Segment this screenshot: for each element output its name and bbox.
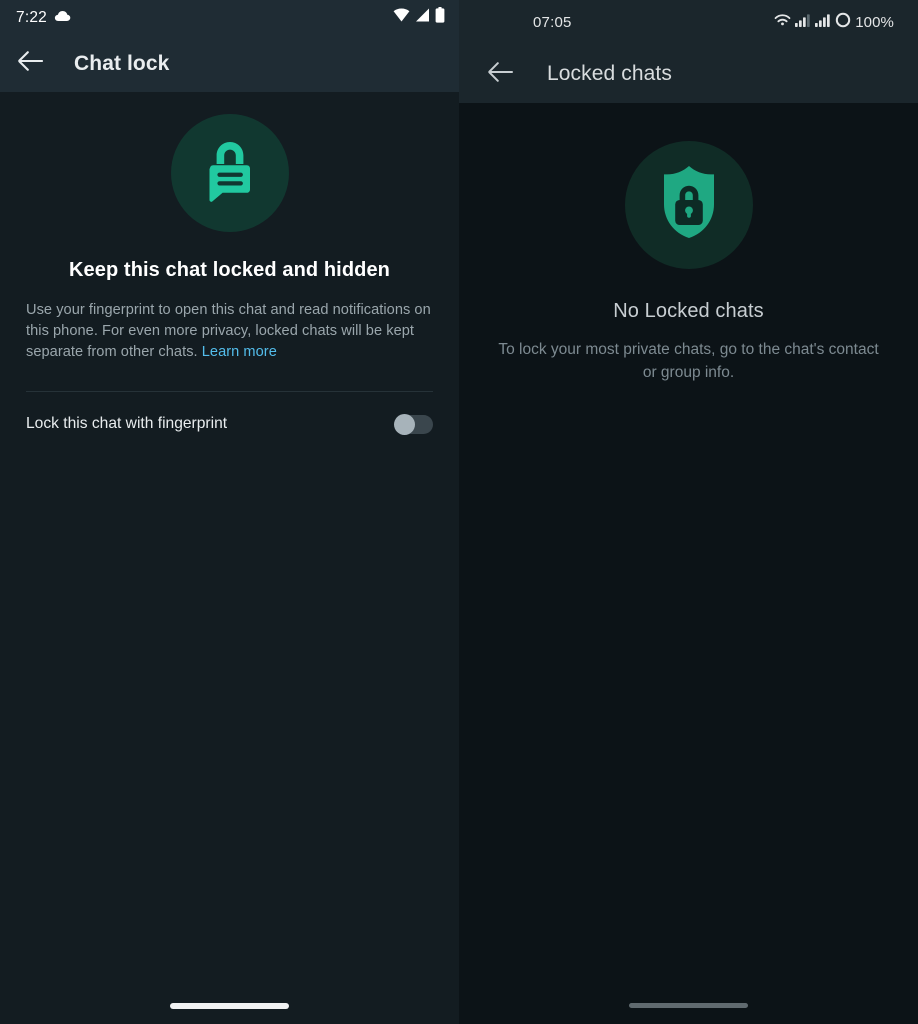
right-headline: No Locked chats [613,300,764,322]
lock-chat-bubble-icon [199,138,261,209]
cellular-signal-icon [415,8,430,27]
fingerprint-lock-setting-row[interactable]: Lock this chat with fingerprint [26,392,433,456]
hero-icon-circle [624,141,753,269]
back-arrow-icon[interactable] [488,61,513,87]
cellular-signal-1-icon [795,13,811,32]
cloud-icon [54,9,71,27]
left-description: Use your fingerprint to open this chat a… [26,300,433,363]
battery-percent-label: 100% [855,14,894,31]
left-status-bar: 7:22 [0,0,459,35]
cellular-signal-2-icon [815,13,831,32]
left-app-bar: Chat lock [0,35,459,92]
page-title: Locked chats [547,62,672,85]
status-bar-right-group: 100% [774,12,894,33]
right-hero-area [459,103,918,269]
battery-circle-icon [835,12,851,33]
right-status-bar: 07:05 100% [459,0,918,45]
hero-icon-circle [170,114,289,232]
toggle-thumb [394,413,415,435]
left-hero-area [0,92,459,232]
home-gesture-handle[interactable] [170,1002,289,1009]
battery-icon [435,7,445,28]
status-bar-left-group: 7:22 [16,9,71,27]
right-description: To lock your most private chats, go to t… [498,341,879,381]
status-bar-right-group [393,7,445,28]
back-arrow-icon[interactable] [18,51,44,76]
left-gesture-nav-bar [0,987,459,1024]
left-content-area: Keep this chat locked and hidden Use you… [0,92,459,1024]
right-gesture-nav-bar [459,987,918,1024]
shield-lock-icon [653,164,725,247]
status-bar-clock: 7:22 [16,8,47,26]
dual-screenshot-container: WABetaInfo WABetaInfo 7:22 [0,0,918,1024]
wifi-icon [393,8,410,27]
wifi-icon [774,13,791,32]
fingerprint-lock-toggle[interactable] [394,413,433,435]
left-phone-screen: WABetaInfo WABetaInfo 7:22 [0,0,459,1024]
left-headline: Keep this chat locked and hidden [68,259,391,281]
right-phone-screen: WABetaInfo WABetaInfo 07:05 [459,0,918,1024]
right-app-bar: Locked chats [459,45,918,103]
status-bar-clock: 07:05 [533,14,572,31]
fingerprint-lock-label: Lock this chat with fingerprint [26,415,228,432]
home-gesture-handle[interactable] [629,1003,748,1008]
right-content-area: No Locked chats To lock your most privat… [459,103,918,1024]
page-title: Chat lock [74,51,170,75]
learn-more-link[interactable]: Learn more [202,344,277,360]
